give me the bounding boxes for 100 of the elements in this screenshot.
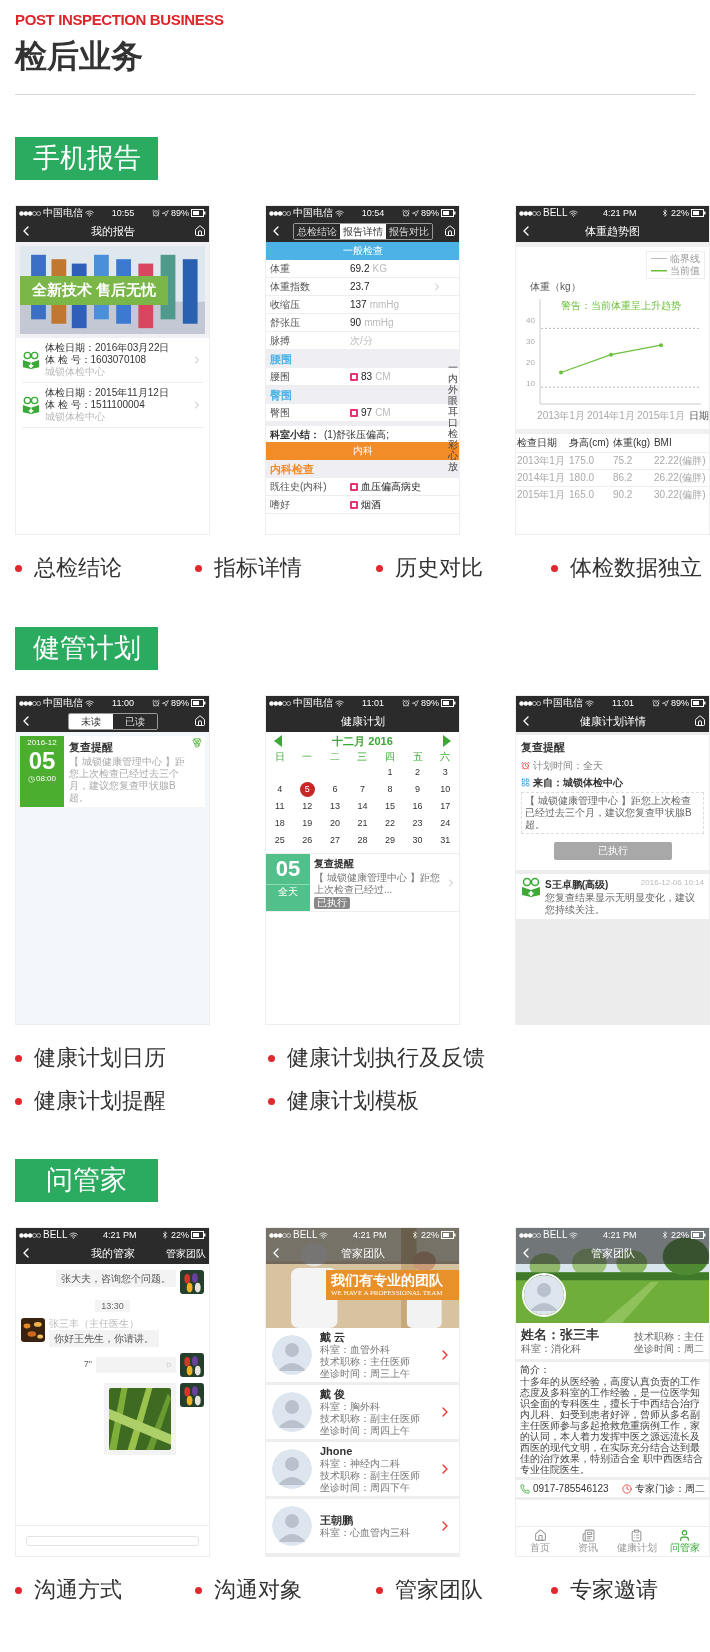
event-day: 05 bbox=[275, 854, 301, 884]
doctor-item[interactable]: 戴 云 科室：血管外科 技术职称：主任医师 坐诊时间：周三上午 bbox=[266, 1328, 459, 1385]
summary-text: (1)舒张压偏高; bbox=[324, 427, 389, 442]
calendar-day[interactable]: 10 bbox=[437, 782, 453, 797]
calendar-day[interactable]: 30 bbox=[410, 833, 426, 848]
calendar-day[interactable]: 4 bbox=[272, 782, 288, 797]
home-icon[interactable] bbox=[444, 225, 456, 237]
calendar-day[interactable]: 14 bbox=[355, 799, 370, 814]
home-icon[interactable] bbox=[194, 715, 206, 727]
calendar-day[interactable]: 25 bbox=[272, 833, 288, 848]
calendar-day[interactable]: 27 bbox=[327, 833, 343, 848]
item-value: 83 bbox=[361, 370, 373, 384]
item-unit: KG bbox=[372, 262, 387, 276]
doctor-name: 王朝鹏 bbox=[320, 1513, 354, 1526]
location-icon bbox=[161, 209, 169, 217]
calendar-day[interactable]: 31 bbox=[437, 833, 453, 848]
clock-time: 11:01 bbox=[612, 697, 634, 710]
exam-number: 体 检 号：1603070108 bbox=[45, 354, 148, 366]
doctor-item[interactable]: 王朝鹏 科室：心血管内三科 bbox=[266, 1499, 459, 1556]
calendar-day[interactable]: 3 bbox=[437, 765, 453, 780]
bullet-icon bbox=[551, 564, 558, 572]
doctor-department: 科室：神经内二科 bbox=[320, 1457, 401, 1470]
team-link[interactable]: 管家团队 bbox=[166, 1245, 206, 1261]
avatar bbox=[272, 1392, 312, 1432]
calendar-day[interactable]: 8 bbox=[382, 782, 398, 797]
doctor-item[interactable]: 戴 俊 科室：胸外科 技术职称：副主任医师 坐诊时间：周四上午 bbox=[266, 1385, 459, 1442]
y-tick-label: 30 bbox=[526, 337, 535, 346]
exam-date: 体检日期：2015年11月12日 bbox=[45, 387, 170, 399]
calendar-day[interactable]: 23 bbox=[410, 816, 426, 831]
data-point bbox=[659, 343, 663, 348]
calendar-day[interactable]: 1 bbox=[382, 765, 398, 780]
calendar-day[interactable]: 12 bbox=[299, 799, 315, 814]
item-label: 体重 bbox=[270, 262, 291, 276]
home-icon[interactable] bbox=[694, 715, 706, 727]
calendar-day[interactable]: 24 bbox=[437, 816, 453, 831]
segment-tab[interactable]: 总检结论 bbox=[293, 223, 340, 239]
calendar-day[interactable]: 20 bbox=[327, 816, 343, 831]
calendar-day[interactable]: 17 bbox=[437, 799, 453, 814]
location-icon bbox=[412, 699, 419, 707]
calendar-day[interactable]: 13 bbox=[327, 799, 343, 814]
feature-label: 健康计划日历 bbox=[34, 1044, 166, 1072]
clock-time: 4:21 PM bbox=[602, 207, 637, 220]
signal-icon bbox=[269, 210, 291, 216]
calendar-day[interactable]: 9 bbox=[410, 782, 426, 797]
calendar-day[interactable]: 16 bbox=[410, 799, 426, 814]
calendar-day[interactable]: 18 bbox=[272, 816, 288, 831]
battery-icon bbox=[441, 699, 456, 707]
calendar-day[interactable]: 2 bbox=[410, 765, 426, 780]
battery-icon bbox=[691, 209, 706, 217]
calendar-day[interactable]: 7 bbox=[355, 782, 370, 797]
calendar-day[interactable]: 11 bbox=[272, 799, 288, 814]
doctor-item[interactable]: Jhone 科室：神经内二科 技术职称：副主任医师 坐诊时间：周四下午 bbox=[266, 1442, 459, 1499]
calendar-day[interactable]: 19 bbox=[299, 816, 315, 831]
wifi-icon bbox=[569, 1230, 579, 1240]
home-icon[interactable] bbox=[194, 225, 206, 237]
avatar bbox=[272, 1335, 312, 1375]
weekday-label: 日 bbox=[273, 750, 286, 764]
message-input[interactable] bbox=[26, 1536, 199, 1546]
message-bubble: 张大夫，咨询您个问题。 bbox=[56, 1270, 176, 1287]
segment-tab[interactable]: 未读 bbox=[68, 713, 113, 729]
feature-label: 沟通对象 bbox=[214, 1576, 302, 1604]
table-cell: 2014年1月 bbox=[516, 469, 569, 486]
calendar-day[interactable]: 28 bbox=[355, 833, 370, 848]
event-card[interactable]: 05 全天 复查提醒 【 城锁健康管理中心 】距您上次检查已经过... 已执行 bbox=[266, 853, 459, 912]
weekday-label: 六 bbox=[439, 750, 452, 764]
table-cell: 75.2 bbox=[611, 452, 653, 469]
battery-percent: 89% bbox=[171, 697, 189, 710]
group-header: 内科检查 bbox=[270, 463, 314, 475]
exam-date: 体检日期：2016年03月22日 bbox=[45, 342, 171, 354]
calendar-day[interactable]: 26 bbox=[299, 833, 315, 848]
item-label: 舒张压 bbox=[270, 316, 301, 330]
prev-month-icon[interactable] bbox=[274, 735, 282, 747]
report-item[interactable]: 体检日期：2016年03月22日 体 检 号：1603070108 城锁体检中心 bbox=[22, 338, 203, 383]
segment-tab[interactable]: 报告详情 bbox=[339, 223, 386, 239]
doctor-name: 戴 云 bbox=[320, 1330, 347, 1343]
next-month-icon[interactable] bbox=[443, 735, 451, 747]
item-unit: CM bbox=[375, 370, 391, 384]
carrier-label: BELL bbox=[43, 1228, 68, 1242]
avatar bbox=[272, 1449, 312, 1489]
index-bar[interactable]: 一内外眼耳口检彩心放 bbox=[448, 362, 458, 472]
calendar-day[interactable]: 15 bbox=[382, 799, 398, 814]
calendar-day[interactable]: 21 bbox=[355, 816, 370, 831]
battery-percent: 89% bbox=[671, 697, 689, 710]
item-label: 腰围 bbox=[270, 370, 291, 384]
calendar-day[interactable]: 22 bbox=[382, 816, 398, 831]
summary-label: 科室小结： bbox=[270, 427, 320, 442]
intro-text: 十多年的从医经验，高度认真负责的工作态度及多科室的工作经验，是一位医学知识全面的专科医生，擅长于中西结合治疗内儿科、妇受到患者好评，曾师从多名副主任医师参与多起抢救危重病例工作，家的认同，本人着力发挥中医之源远流长及西医的现代文明，在实际充分结合达到最佳的治疗效果，特别适合全 职中西医结合专业住院医生。 bbox=[520, 1376, 704, 1475]
section-tag: 问管家 bbox=[15, 1159, 158, 1202]
bullet-icon bbox=[195, 564, 202, 572]
chart-warning: 警告：当前体重呈上升趋势 bbox=[561, 300, 681, 311]
item-value: 23.7 bbox=[350, 280, 370, 294]
clock-icon bbox=[28, 775, 35, 783]
item-unit: mmHg bbox=[364, 316, 394, 330]
calendar-day[interactable]: 6 bbox=[327, 782, 343, 797]
bullet-icon bbox=[376, 564, 383, 572]
calendar-day[interactable]: 29 bbox=[382, 833, 398, 848]
bullet-icon bbox=[15, 1054, 22, 1062]
calendar-day[interactable]: 5 bbox=[299, 782, 315, 797]
status-badge: 已执行 bbox=[314, 897, 350, 909]
report-item[interactable]: 体检日期：2015年11月12日 体 检 号：1511100004 城锁体检中心 bbox=[22, 383, 203, 428]
